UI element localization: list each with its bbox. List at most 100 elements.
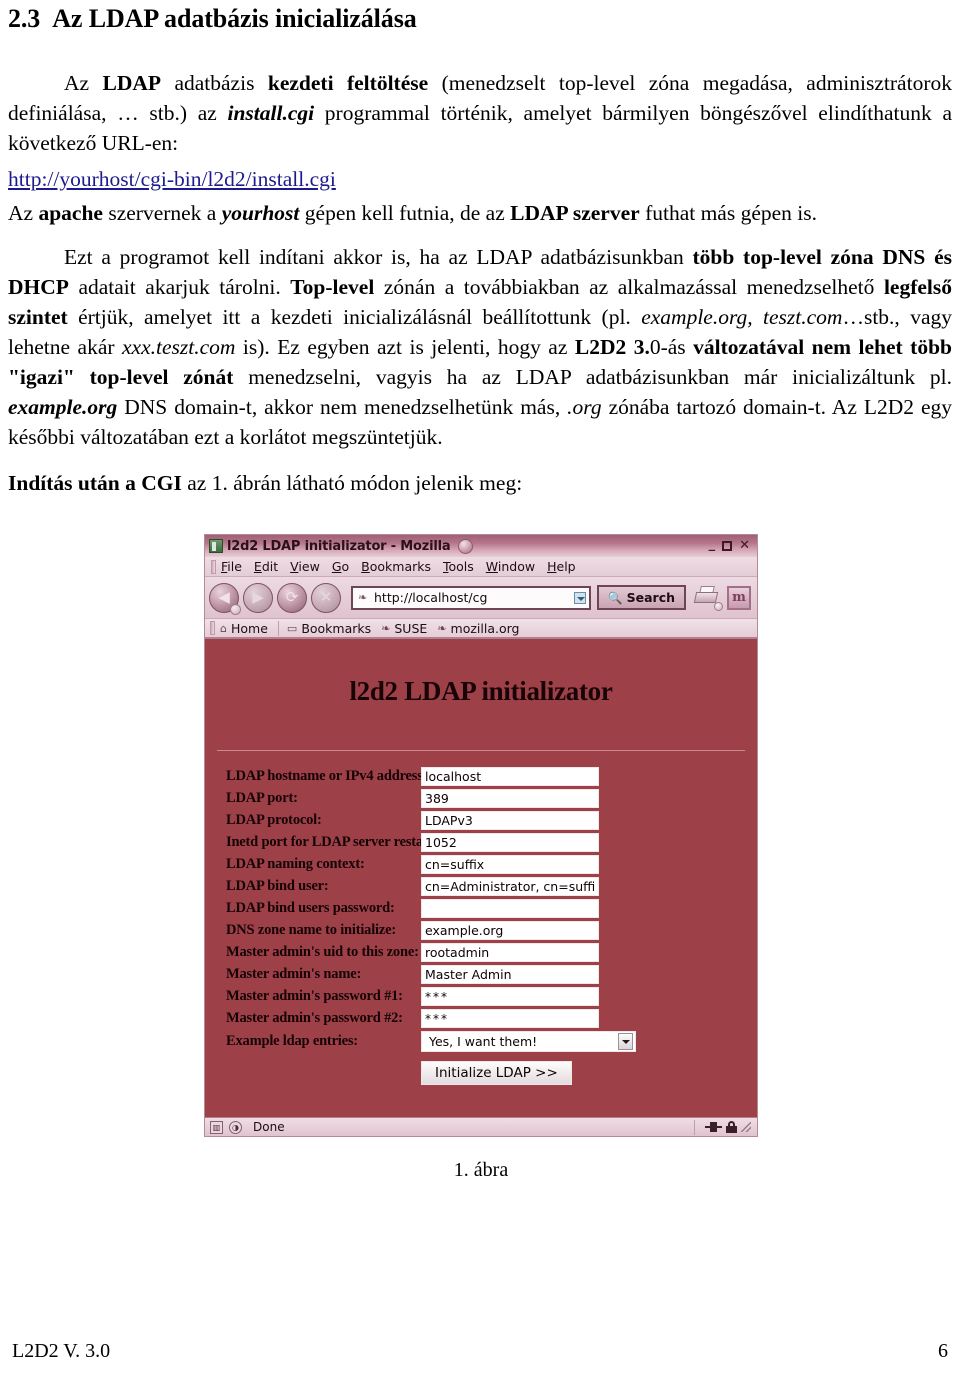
mozilla-logo-icon[interactable]: m — [727, 585, 751, 610]
offline-mode-icon[interactable] — [705, 1121, 722, 1133]
ldap-protocol-input[interactable]: LDAPv3 — [421, 811, 599, 830]
figure-caption: 1. ábra — [453, 1159, 509, 1181]
reload-icon[interactable]: ⟳ — [277, 582, 307, 613]
house-icon: ⌂ — [220, 621, 227, 635]
bookmarks-toolbar: ⌂ Home ▭ Bookmarks ❧ SUSE ❧ mozilla.org — [205, 619, 757, 639]
master-admin-password2-input[interactable]: *** — [421, 1009, 599, 1028]
search-button[interactable]: 🔍 Search — [596, 585, 686, 610]
document-body: 2.3 Az LDAP adatbázis inicializálása Az L… — [0, 0, 960, 498]
ldap-port-input[interactable]: 389 — [421, 789, 599, 808]
cookie-manager-icon[interactable]: ◑ — [229, 1120, 242, 1134]
security-lock-icon[interactable] — [726, 1121, 737, 1133]
print-icon[interactable] — [693, 585, 723, 611]
ldap-bind-password-input[interactable] — [421, 899, 599, 918]
text-run: adatait akarjuk tárolni. — [68, 275, 291, 299]
menu-item-tools[interactable]: Tools — [443, 559, 474, 574]
ldap-bind-user-input[interactable]: cn=Administrator, cn=suffi — [421, 877, 599, 896]
text-run-bold-italic: yourhost — [221, 201, 300, 225]
page-footer: L2D2 V. 3.0 6 — [0, 1340, 960, 1363]
window-title: l2d2 LDAP initializator - Mozilla — [227, 538, 451, 554]
master-admin-uid-input[interactable]: rootadmin — [421, 943, 599, 962]
text-run: Ezt a programot kell indítani akkor is, … — [64, 245, 693, 269]
menu-item-file[interactable]: File — [221, 559, 242, 574]
menu-item-bookmarks[interactable]: Bookmarks — [361, 559, 431, 574]
footer-left: L2D2 V. 3.0 — [12, 1340, 111, 1362]
install-cgi-link[interactable]: http://yourhost/cgi-bin/l2d2/install.cgi — [8, 164, 952, 194]
text-run-bold: apache — [38, 201, 103, 225]
bookmarks-grip[interactable] — [210, 621, 215, 635]
master-admin-name-input[interactable]: Master Admin — [421, 965, 599, 984]
folder-icon: ▭ — [286, 621, 298, 635]
search-icon: 🔍 — [607, 590, 623, 605]
field-label: LDAP protocol: — [226, 812, 322, 828]
bookmark-bookmarks[interactable]: ▭ Bookmarks — [287, 621, 371, 636]
bookmark-home[interactable]: ⌂ Home — [220, 621, 268, 636]
heading-text: Az LDAP adatbázis inicializálása — [52, 4, 417, 33]
page-title: 2.3 Az LDAP adatbázis inicializálása — [8, 4, 960, 34]
close-button[interactable]: ✕ — [739, 539, 750, 552]
menu-item-window[interactable]: Window — [486, 559, 535, 574]
text-run: DNS domain-t, akkor nem menedzselhetünk … — [117, 395, 568, 419]
text-run: az 1. ábrán látható módon jelenik meg: — [181, 471, 523, 495]
form-row: LDAP bind user: cn=Administrator, cn=suf… — [215, 877, 747, 896]
content-title: l2d2 LDAP initializator — [349, 676, 613, 706]
chevron-down-icon[interactable] — [618, 1033, 633, 1050]
popup-blocker-icon[interactable]: ▥ — [210, 1120, 223, 1134]
form-row: Master admin's uid to this zone: rootadm… — [215, 943, 747, 962]
field-label: Master admin's name: — [226, 966, 362, 982]
text-run-bold: LDAP — [102, 71, 162, 95]
paragraph-intro: Az LDAP adatbázis kezdeti feltöltése (me… — [8, 68, 952, 158]
toolbar-grip[interactable] — [211, 559, 216, 574]
initialize-ldap-button[interactable]: Initialize LDAP >> — [421, 1061, 572, 1085]
field-label: DNS zone name to initialize: — [226, 922, 396, 938]
field-label: LDAP bind user: — [226, 878, 329, 894]
bookmark-suse[interactable]: ❧ SUSE — [381, 621, 427, 636]
page-content: l2d2 LDAP initializator LDAP hostname or… — [205, 639, 757, 1117]
browser-titlebar: l2d2 LDAP initializator - Mozilla _ ✕ — [205, 535, 757, 557]
form-row: LDAP protocol: LDAPv3 — [215, 811, 747, 830]
text-run: Az — [8, 201, 39, 225]
ldap-hostname-input[interactable]: localhost — [421, 767, 599, 786]
navigation-toolbar: ◀ ▶ ⟳ ✕ ❧ http://localhost/cg 🔍 Search m — [205, 577, 757, 619]
text-run-bold: Top-level — [290, 275, 375, 299]
status-bar: ▥ ◑ Done — [205, 1117, 757, 1136]
text-run: gépen kell futnia, de az — [299, 201, 511, 225]
text-run: zónán a továbbiakban az alkalmazással me… — [374, 275, 884, 299]
stop-icon[interactable]: ✕ — [311, 582, 341, 613]
maximize-button[interactable] — [722, 541, 733, 551]
menu-item-edit[interactable]: Edit — [254, 559, 278, 574]
menu-item-go[interactable]: Go — [332, 559, 349, 574]
paragraph-figure-ref: Indítás után a CGI az 1. ábrán látható m… — [8, 468, 952, 498]
url-input[interactable]: http://localhost/cg — [374, 590, 574, 605]
text-run: értjük, amelyet itt a kezdeti inicializá… — [67, 305, 642, 329]
master-admin-password1-input[interactable]: *** — [421, 987, 599, 1006]
throbber-icon[interactable] — [458, 538, 474, 554]
bookmark-icon: ❧ — [381, 621, 391, 635]
form-row: DNS zone name to initialize: example.org — [215, 921, 747, 940]
bookmark-mozilla-org[interactable]: ❧ mozilla.org — [437, 621, 519, 636]
url-bar[interactable]: ❧ http://localhost/cg — [351, 585, 591, 610]
paragraph-toplevel: Ezt a programot kell indítani akkor is, … — [8, 242, 952, 452]
field-label: Master admin's password #2: — [226, 1010, 403, 1026]
back-icon[interactable]: ◀ — [209, 582, 241, 615]
dns-zone-name-input[interactable]: example.org — [421, 921, 599, 940]
menu-item-help[interactable]: Help — [547, 559, 576, 574]
form-row: Master admin's password #1: *** — [215, 987, 747, 1006]
inetd-port-input[interactable]: 1052 — [421, 833, 599, 852]
minimize-button[interactable]: _ — [709, 538, 716, 551]
toolbar-divider — [277, 620, 279, 636]
forward-icon[interactable]: ▶ — [243, 582, 273, 613]
menu-item-view[interactable]: View — [290, 559, 320, 574]
app-icon — [209, 539, 223, 553]
url-dropdown-icon[interactable] — [573, 591, 586, 604]
resize-grip[interactable] — [741, 1122, 751, 1132]
paragraph-apache: Az apache szervernek a yourhost gépen ke… — [8, 198, 952, 228]
ldap-naming-context-input[interactable]: cn=suffix — [421, 855, 599, 874]
example-entries-select[interactable]: Yes, I want them! — [421, 1031, 636, 1052]
form-row: Master admin's name: Master Admin — [215, 965, 747, 984]
field-label: LDAP port: — [226, 790, 298, 806]
field-label: LDAP bind users password: — [226, 900, 395, 916]
text-run: is). Ez egyben azt is jelenti, hogy az — [235, 335, 575, 359]
bookmark-icon: ❧ — [437, 621, 447, 635]
text-run-bold-italic: example.org — [8, 395, 118, 419]
